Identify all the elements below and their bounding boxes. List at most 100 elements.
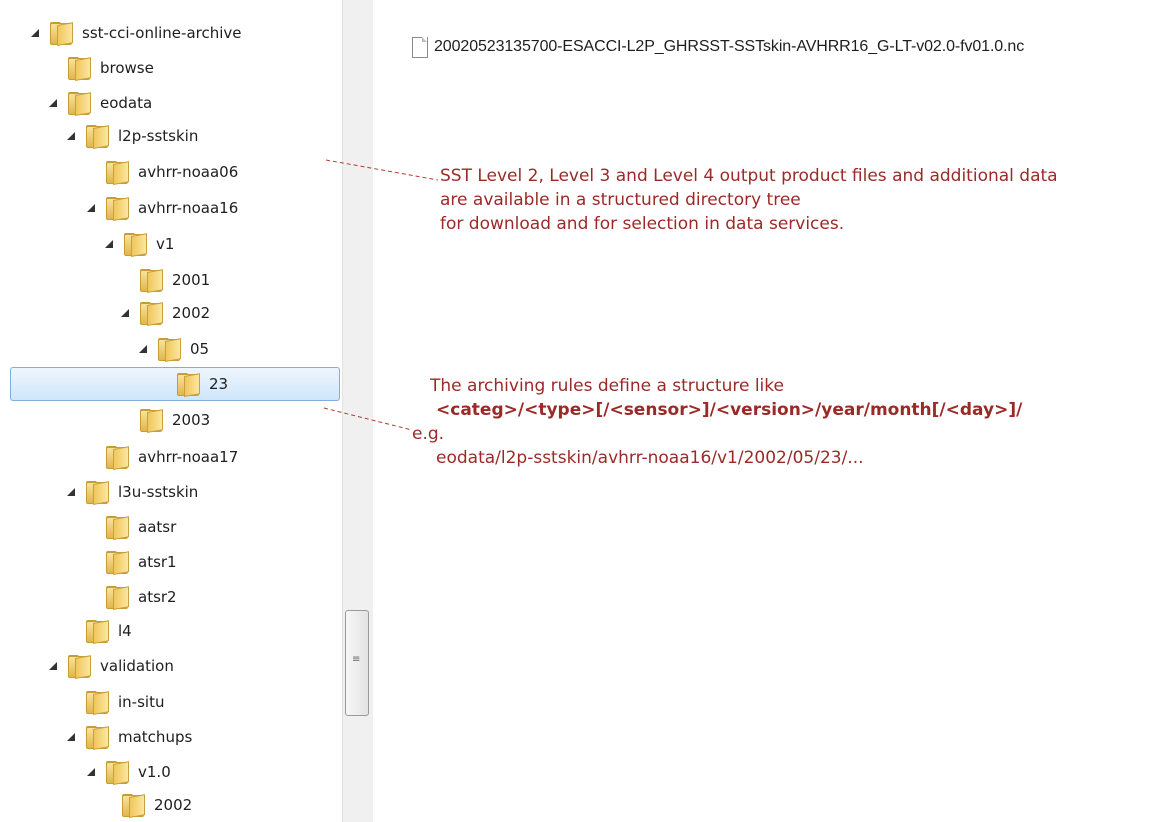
tree-item-label: matchups bbox=[118, 728, 193, 746]
folder-icon bbox=[66, 92, 91, 116]
tree-item[interactable]: avhrr-noaa06 bbox=[86, 157, 238, 187]
tree-item[interactable]: l3u-sstskin bbox=[66, 477, 198, 507]
expand-arrow-icon bbox=[157, 379, 167, 389]
folder-icon bbox=[84, 620, 109, 644]
expand-arrow-icon bbox=[86, 522, 96, 532]
tree-item-label: 05 bbox=[190, 340, 210, 358]
tree-item-label: l4 bbox=[118, 622, 132, 640]
tree-item-label: 23 bbox=[209, 375, 229, 393]
tree-item[interactable]: validation bbox=[48, 651, 174, 681]
expand-arrow-icon bbox=[86, 557, 96, 567]
folder-icon bbox=[104, 586, 129, 610]
file-name: 20020523135700-ESACCI-L2P_GHRSST-SSTskin… bbox=[434, 38, 1025, 55]
expand-arrow-icon bbox=[66, 697, 76, 707]
folder-icon bbox=[104, 551, 129, 575]
folder-icon bbox=[138, 302, 163, 326]
tree-item-label: avhrr-noaa06 bbox=[138, 163, 239, 181]
tree-item-label: atsr2 bbox=[138, 588, 177, 606]
tree-item-label: 2003 bbox=[172, 411, 211, 429]
expand-arrow-icon bbox=[86, 167, 96, 177]
expand-arrow-icon[interactable] bbox=[48, 661, 58, 671]
folder-icon bbox=[84, 726, 109, 750]
expand-arrow-icon[interactable] bbox=[104, 239, 114, 249]
expand-arrow-icon[interactable] bbox=[86, 767, 96, 777]
folder-icon bbox=[104, 446, 129, 470]
tree-item-label: avhrr-noaa17 bbox=[138, 448, 239, 466]
expand-arrow-icon[interactable] bbox=[30, 28, 40, 38]
folder-tree: sst-cci-online-archive browse eodata l2p… bbox=[0, 0, 342, 822]
expand-arrow-icon[interactable] bbox=[66, 732, 76, 742]
tree-item[interactable]: 2002 bbox=[120, 298, 210, 328]
tree-item[interactable]: 2001 bbox=[120, 265, 210, 295]
archiving-eg-label: e.g. bbox=[412, 424, 445, 444]
scrollbar-thumb[interactable]: ≡ bbox=[345, 610, 369, 716]
tree-item-label: in-situ bbox=[118, 693, 165, 711]
expand-arrow-icon bbox=[86, 452, 96, 462]
structure-note-line3: for download and for selection in data s… bbox=[440, 214, 845, 234]
archiving-pattern: <categ>/<type>[/<sensor>]/<version>/year… bbox=[436, 400, 1023, 420]
tree-item[interactable]: v1 bbox=[104, 229, 174, 259]
folder-icon bbox=[84, 125, 109, 149]
tree-item[interactable]: in-situ bbox=[66, 687, 164, 717]
grip-icon: ≡ bbox=[352, 654, 361, 665]
tree-item[interactable]: matchups bbox=[66, 722, 192, 752]
expand-arrow-icon[interactable] bbox=[86, 203, 96, 213]
expand-arrow-icon bbox=[120, 415, 130, 425]
structure-note-line2: are available in a structured directory … bbox=[440, 190, 801, 210]
archiving-note-line1: The archiving rules define a structure l… bbox=[430, 376, 784, 396]
tree-item-label: aatsr bbox=[138, 518, 177, 536]
folder-icon bbox=[84, 691, 109, 715]
folder-icon bbox=[66, 655, 91, 679]
tree-item[interactable]: 2002 bbox=[102, 790, 192, 820]
tree-item[interactable]: sst-cci-online-archive bbox=[30, 18, 242, 48]
tree-item[interactable]: l2p-sstskin bbox=[66, 121, 198, 151]
expand-arrow-icon bbox=[48, 63, 58, 73]
expand-arrow-icon[interactable] bbox=[138, 344, 148, 354]
tree-item-label: 2001 bbox=[172, 271, 211, 289]
folder-icon bbox=[104, 516, 129, 540]
tree-item-label: eodata bbox=[100, 94, 153, 112]
tree-item[interactable]: 2003 bbox=[120, 405, 210, 435]
tree-item-label: validation bbox=[100, 657, 174, 675]
tree-item-label: v1.0 bbox=[138, 763, 171, 781]
tree-item-selected[interactable]: 23 bbox=[10, 367, 340, 401]
file-list-item[interactable]: 20020523135700-ESACCI-L2P_GHRSST-SSTskin… bbox=[412, 34, 1024, 60]
folder-icon bbox=[138, 269, 163, 293]
tree-item[interactable]: browse bbox=[48, 53, 154, 83]
tree-item[interactable]: eodata bbox=[48, 88, 152, 118]
tree-item[interactable]: avhrr-noaa16 bbox=[86, 193, 238, 223]
folder-icon bbox=[104, 161, 129, 185]
tree-item[interactable]: avhrr-noaa17 bbox=[86, 442, 238, 472]
expand-arrow-icon bbox=[120, 275, 130, 285]
folder-icon bbox=[104, 761, 129, 785]
expand-arrow-icon bbox=[66, 626, 76, 636]
expand-arrow-icon[interactable] bbox=[66, 487, 76, 497]
structure-note: SST Level 2, Level 3 and Level 4 output … bbox=[440, 164, 1058, 236]
tree-item-label: 2002 bbox=[172, 304, 211, 322]
expand-arrow-icon[interactable] bbox=[48, 98, 58, 108]
tree-item-label: 2002 bbox=[154, 796, 193, 814]
folder-icon bbox=[66, 57, 91, 81]
expand-arrow-icon[interactable] bbox=[120, 308, 130, 318]
folder-icon bbox=[138, 409, 163, 433]
expand-arrow-icon bbox=[86, 592, 96, 602]
folder-icon bbox=[122, 233, 147, 257]
tree-item-label: avhrr-noaa16 bbox=[138, 199, 239, 217]
structure-note-line1: SST Level 2, Level 3 and Level 4 output … bbox=[440, 166, 1058, 186]
tree-item[interactable]: v1.0 bbox=[86, 757, 171, 787]
expand-arrow-icon[interactable] bbox=[66, 131, 76, 141]
tree-item[interactable]: aatsr bbox=[86, 512, 176, 542]
expand-arrow-icon bbox=[102, 800, 112, 810]
tree-item-label: l2p-sstskin bbox=[118, 127, 199, 145]
tree-item-label: v1 bbox=[156, 235, 175, 253]
folder-icon bbox=[156, 338, 181, 362]
tree-item-label: l3u-sstskin bbox=[118, 483, 199, 501]
tree-item[interactable]: 05 bbox=[138, 334, 209, 364]
tree-item[interactable]: l4 bbox=[66, 616, 132, 646]
folder-icon bbox=[175, 373, 200, 397]
tree-scrollbar[interactable]: ≡ bbox=[342, 0, 373, 822]
archiving-note: The archiving rules define a structure l… bbox=[412, 374, 1022, 470]
tree-item[interactable]: atsr2 bbox=[86, 582, 177, 612]
tree-item-label: browse bbox=[100, 59, 154, 77]
tree-item[interactable]: atsr1 bbox=[86, 547, 177, 577]
